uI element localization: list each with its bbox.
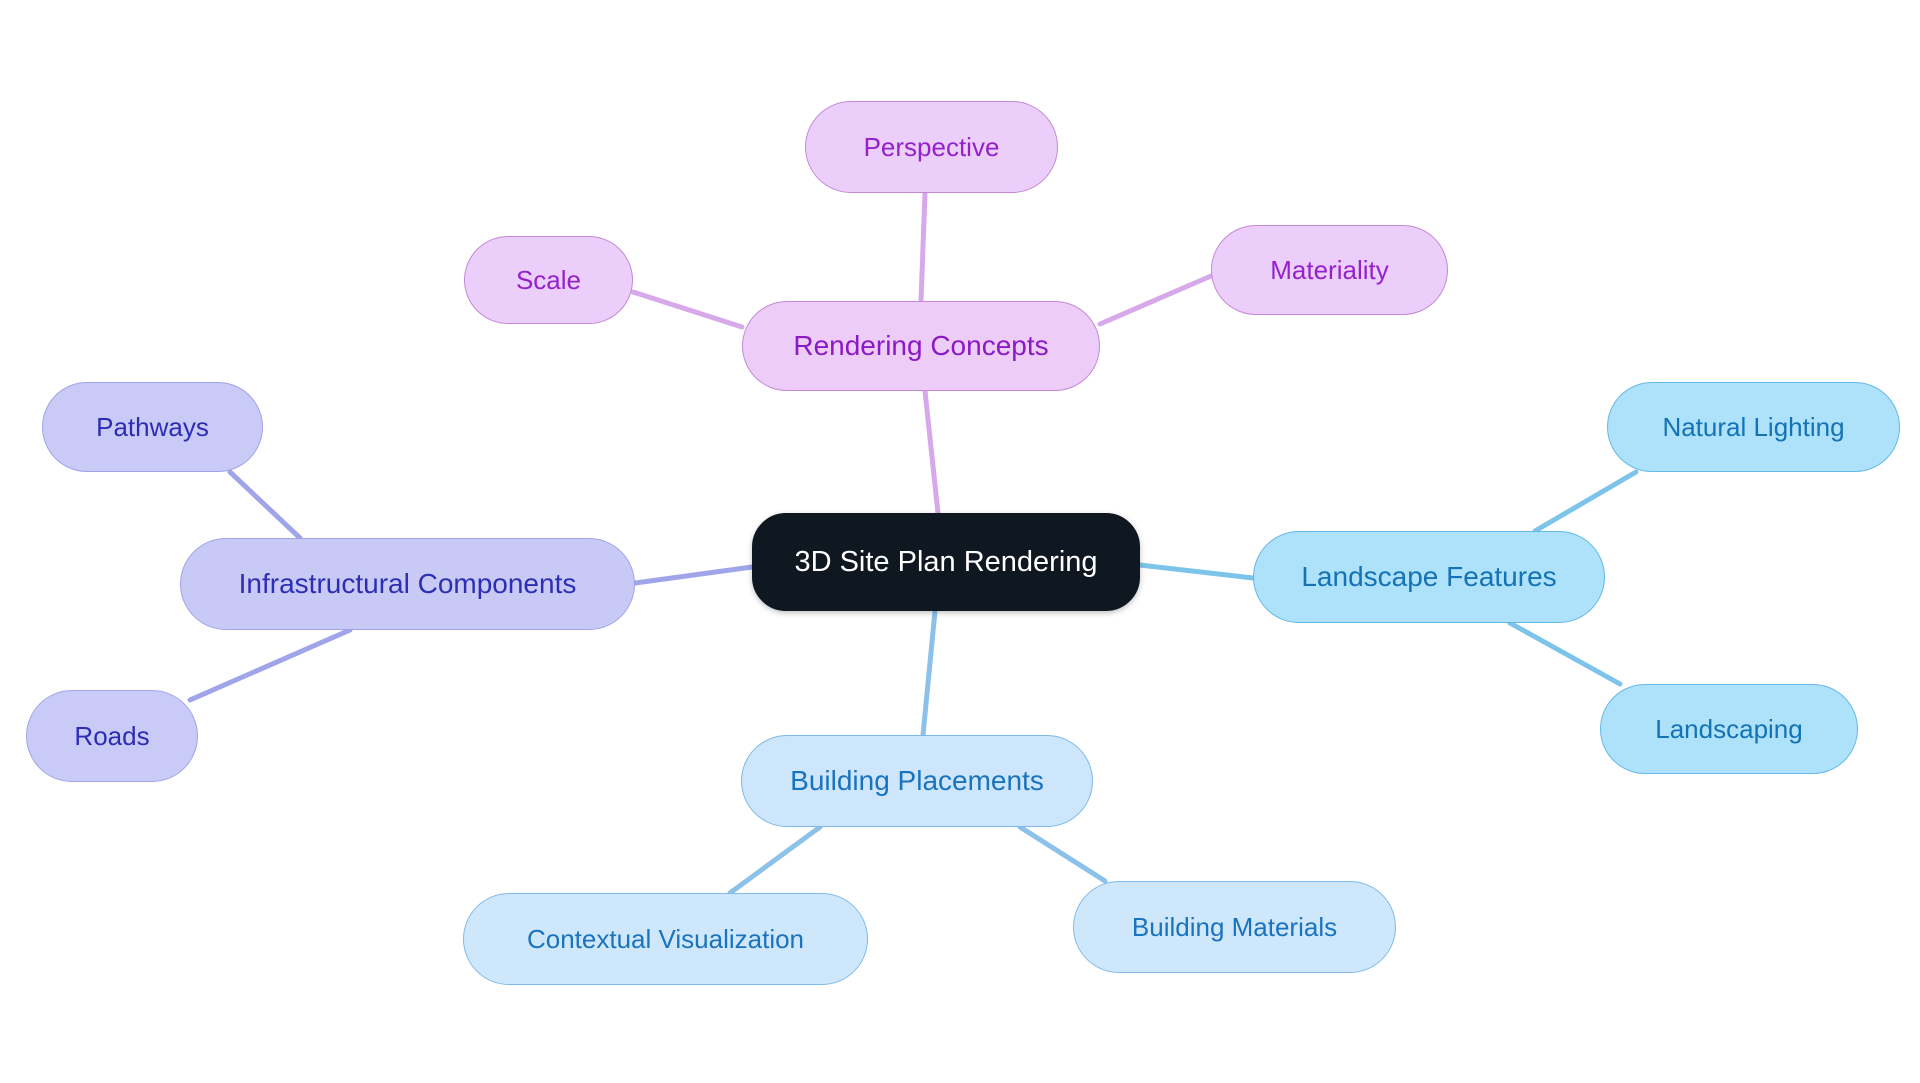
edge-root-rendering-concepts [922, 388, 941, 516]
node-materiality[interactable]: Materiality [1211, 225, 1448, 315]
node-infrastructural-components[interactable]: Infrastructural Components [180, 538, 635, 630]
edge-building-placements-building-materials [1017, 824, 1108, 884]
edge-root-infrastructural-components [632, 564, 755, 586]
edge-rendering-concepts-perspective [918, 190, 928, 304]
node-natural-lighting[interactable]: Natural Lighting [1607, 382, 1900, 472]
node-building-placements[interactable]: Building Placements [741, 735, 1093, 827]
node-perspective[interactable]: Perspective [805, 101, 1058, 193]
node-rendering-concepts[interactable]: Rendering Concepts [742, 301, 1100, 391]
node-infrastructural-components-label: Infrastructural Components [238, 568, 577, 599]
edge-rendering-concepts-scale [630, 289, 745, 330]
node-roads[interactable]: Roads [26, 690, 198, 782]
node-building-placements-label: Building Placements [790, 765, 1044, 796]
edge-root-building-placements [920, 608, 938, 738]
node-scale[interactable]: Scale [464, 236, 633, 324]
node-root-label: 3D Site Plan Rendering [794, 545, 1098, 578]
node-perspective-label: Perspective [863, 132, 1000, 162]
node-materiality-label: Materiality [1270, 255, 1389, 285]
mindmap-canvas: 3D Site Plan Rendering Rendering Concept… [0, 0, 1920, 1083]
node-landscape-features-label: Landscape Features [1301, 561, 1557, 592]
node-pathways[interactable]: Pathways [42, 382, 263, 472]
node-roads-label: Roads [74, 721, 150, 751]
node-scale-label: Scale [515, 265, 582, 295]
node-building-materials-label: Building Materials [1131, 912, 1338, 942]
edge-root-landscape-features [1137, 562, 1256, 581]
edge-building-placements-contextual-visualization [727, 824, 823, 896]
node-natural-lighting-label: Natural Lighting [1662, 412, 1845, 442]
node-building-materials[interactable]: Building Materials [1073, 881, 1396, 973]
node-rendering-concepts-label: Rendering Concepts [793, 330, 1049, 361]
node-pathways-label: Pathways [96, 412, 209, 442]
edge-rendering-concepts-materiality [1097, 273, 1214, 327]
node-landscape-features[interactable]: Landscape Features [1253, 531, 1605, 623]
edge-landscape-features-landscaping [1507, 620, 1623, 687]
node-landscaping-label: Landscaping [1655, 714, 1803, 744]
edge-landscape-features-natural-lighting [1532, 469, 1639, 534]
node-contextual-visualization-label: Contextual Visualization [526, 924, 805, 954]
node-contextual-visualization[interactable]: Contextual Visualization [463, 893, 868, 985]
edge-infrastructural-components-pathways [227, 469, 303, 541]
node-landscaping[interactable]: Landscaping [1600, 684, 1858, 774]
edge-infrastructural-components-roads [187, 627, 353, 703]
node-root[interactable]: 3D Site Plan Rendering [752, 513, 1140, 611]
